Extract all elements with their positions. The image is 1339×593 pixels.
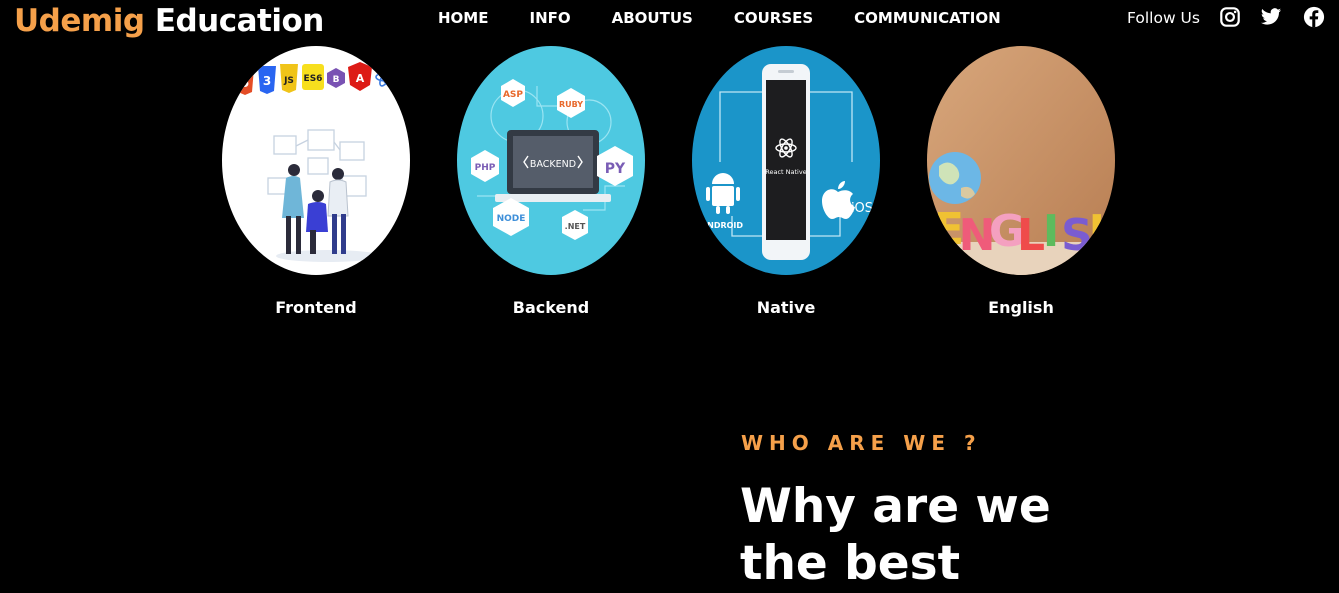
backend-image[interactable]: BACKEND ASP RUBY PHP PY NODE .NET [457, 46, 645, 275]
course-native[interactable]: React Native ANDROID iOS Native [692, 46, 880, 317]
svg-text:L: L [1017, 210, 1045, 261]
svg-text:RUBY: RUBY [559, 100, 583, 109]
svg-text:BACKEND: BACKEND [530, 159, 576, 170]
svg-text:ANDROID: ANDROID [701, 221, 743, 230]
svg-text:React Native: React Native [765, 168, 806, 176]
svg-text:PY: PY [605, 161, 626, 177]
native-image[interactable]: React Native ANDROID iOS [692, 46, 880, 275]
svg-text:.NET: .NET [565, 222, 586, 231]
svg-text:PHP: PHP [475, 163, 496, 173]
svg-text:ES6: ES6 [304, 74, 323, 84]
course-frontend[interactable]: 5 3 JS ES6 B A Frontend [222, 46, 410, 317]
brand-part1: Udemig [14, 3, 145, 39]
brand-logo[interactable]: Udemig Education [14, 3, 324, 39]
section-eyebrow: WHO ARE WE ? [741, 431, 982, 455]
svg-text:iOS: iOS [851, 201, 873, 216]
nav-info[interactable]: INFO [529, 9, 570, 27]
english-image[interactable]: E N G L I S H [927, 46, 1115, 275]
nav-courses[interactable]: COURSES [734, 9, 813, 27]
html5-icon: 5 [236, 68, 254, 95]
course-backend[interactable]: BACKEND ASP RUBY PHP PY NODE .NET Backen… [457, 46, 645, 317]
page: Udemig Education HOME INFO ABOUTUS COURS… [0, 0, 1339, 593]
course-label-backend[interactable]: Backend [457, 298, 645, 317]
course-label-english[interactable]: English [927, 298, 1115, 317]
main-nav: HOME INFO ABOUTUS COURSES COMMUNICATION [438, 9, 1042, 27]
svg-text:NODE: NODE [497, 214, 526, 224]
course-english[interactable]: E N G L I S H English [927, 46, 1115, 317]
follow-us-label: Follow Us [1127, 9, 1200, 27]
course-label-frontend[interactable]: Frontend [222, 298, 410, 317]
frontend-image[interactable]: 5 3 JS ES6 B A [222, 46, 410, 275]
nav-communication[interactable]: COMMUNICATION [854, 9, 1001, 27]
es6-icon: ES6 [302, 64, 324, 90]
section-headline: Why are we the best [740, 478, 1100, 592]
nav-aboutus[interactable]: ABOUTUS [612, 9, 693, 27]
svg-text:H: H [1089, 206, 1115, 257]
svg-text:5: 5 [241, 76, 249, 90]
css3-icon: 3 [258, 66, 276, 94]
svg-text:B: B [333, 75, 340, 85]
svg-text:JS: JS [283, 76, 294, 86]
twitter-icon[interactable] [1260, 6, 1282, 28]
instagram-icon[interactable] [1219, 6, 1241, 28]
brand-part2: Education [154, 3, 325, 39]
svg-text:I: I [1043, 206, 1059, 257]
svg-text:A: A [356, 72, 365, 85]
svg-text:ASP: ASP [503, 90, 523, 100]
headline-line-1: Why are we [740, 479, 1051, 534]
headline-line-2: the best [740, 536, 961, 591]
facebook-icon[interactable] [1303, 6, 1325, 28]
course-label-native[interactable]: Native [692, 298, 880, 317]
globe-icon [929, 152, 981, 204]
javascript-icon: JS [280, 64, 298, 93]
svg-text:3: 3 [263, 74, 271, 88]
nav-home[interactable]: HOME [438, 9, 488, 27]
